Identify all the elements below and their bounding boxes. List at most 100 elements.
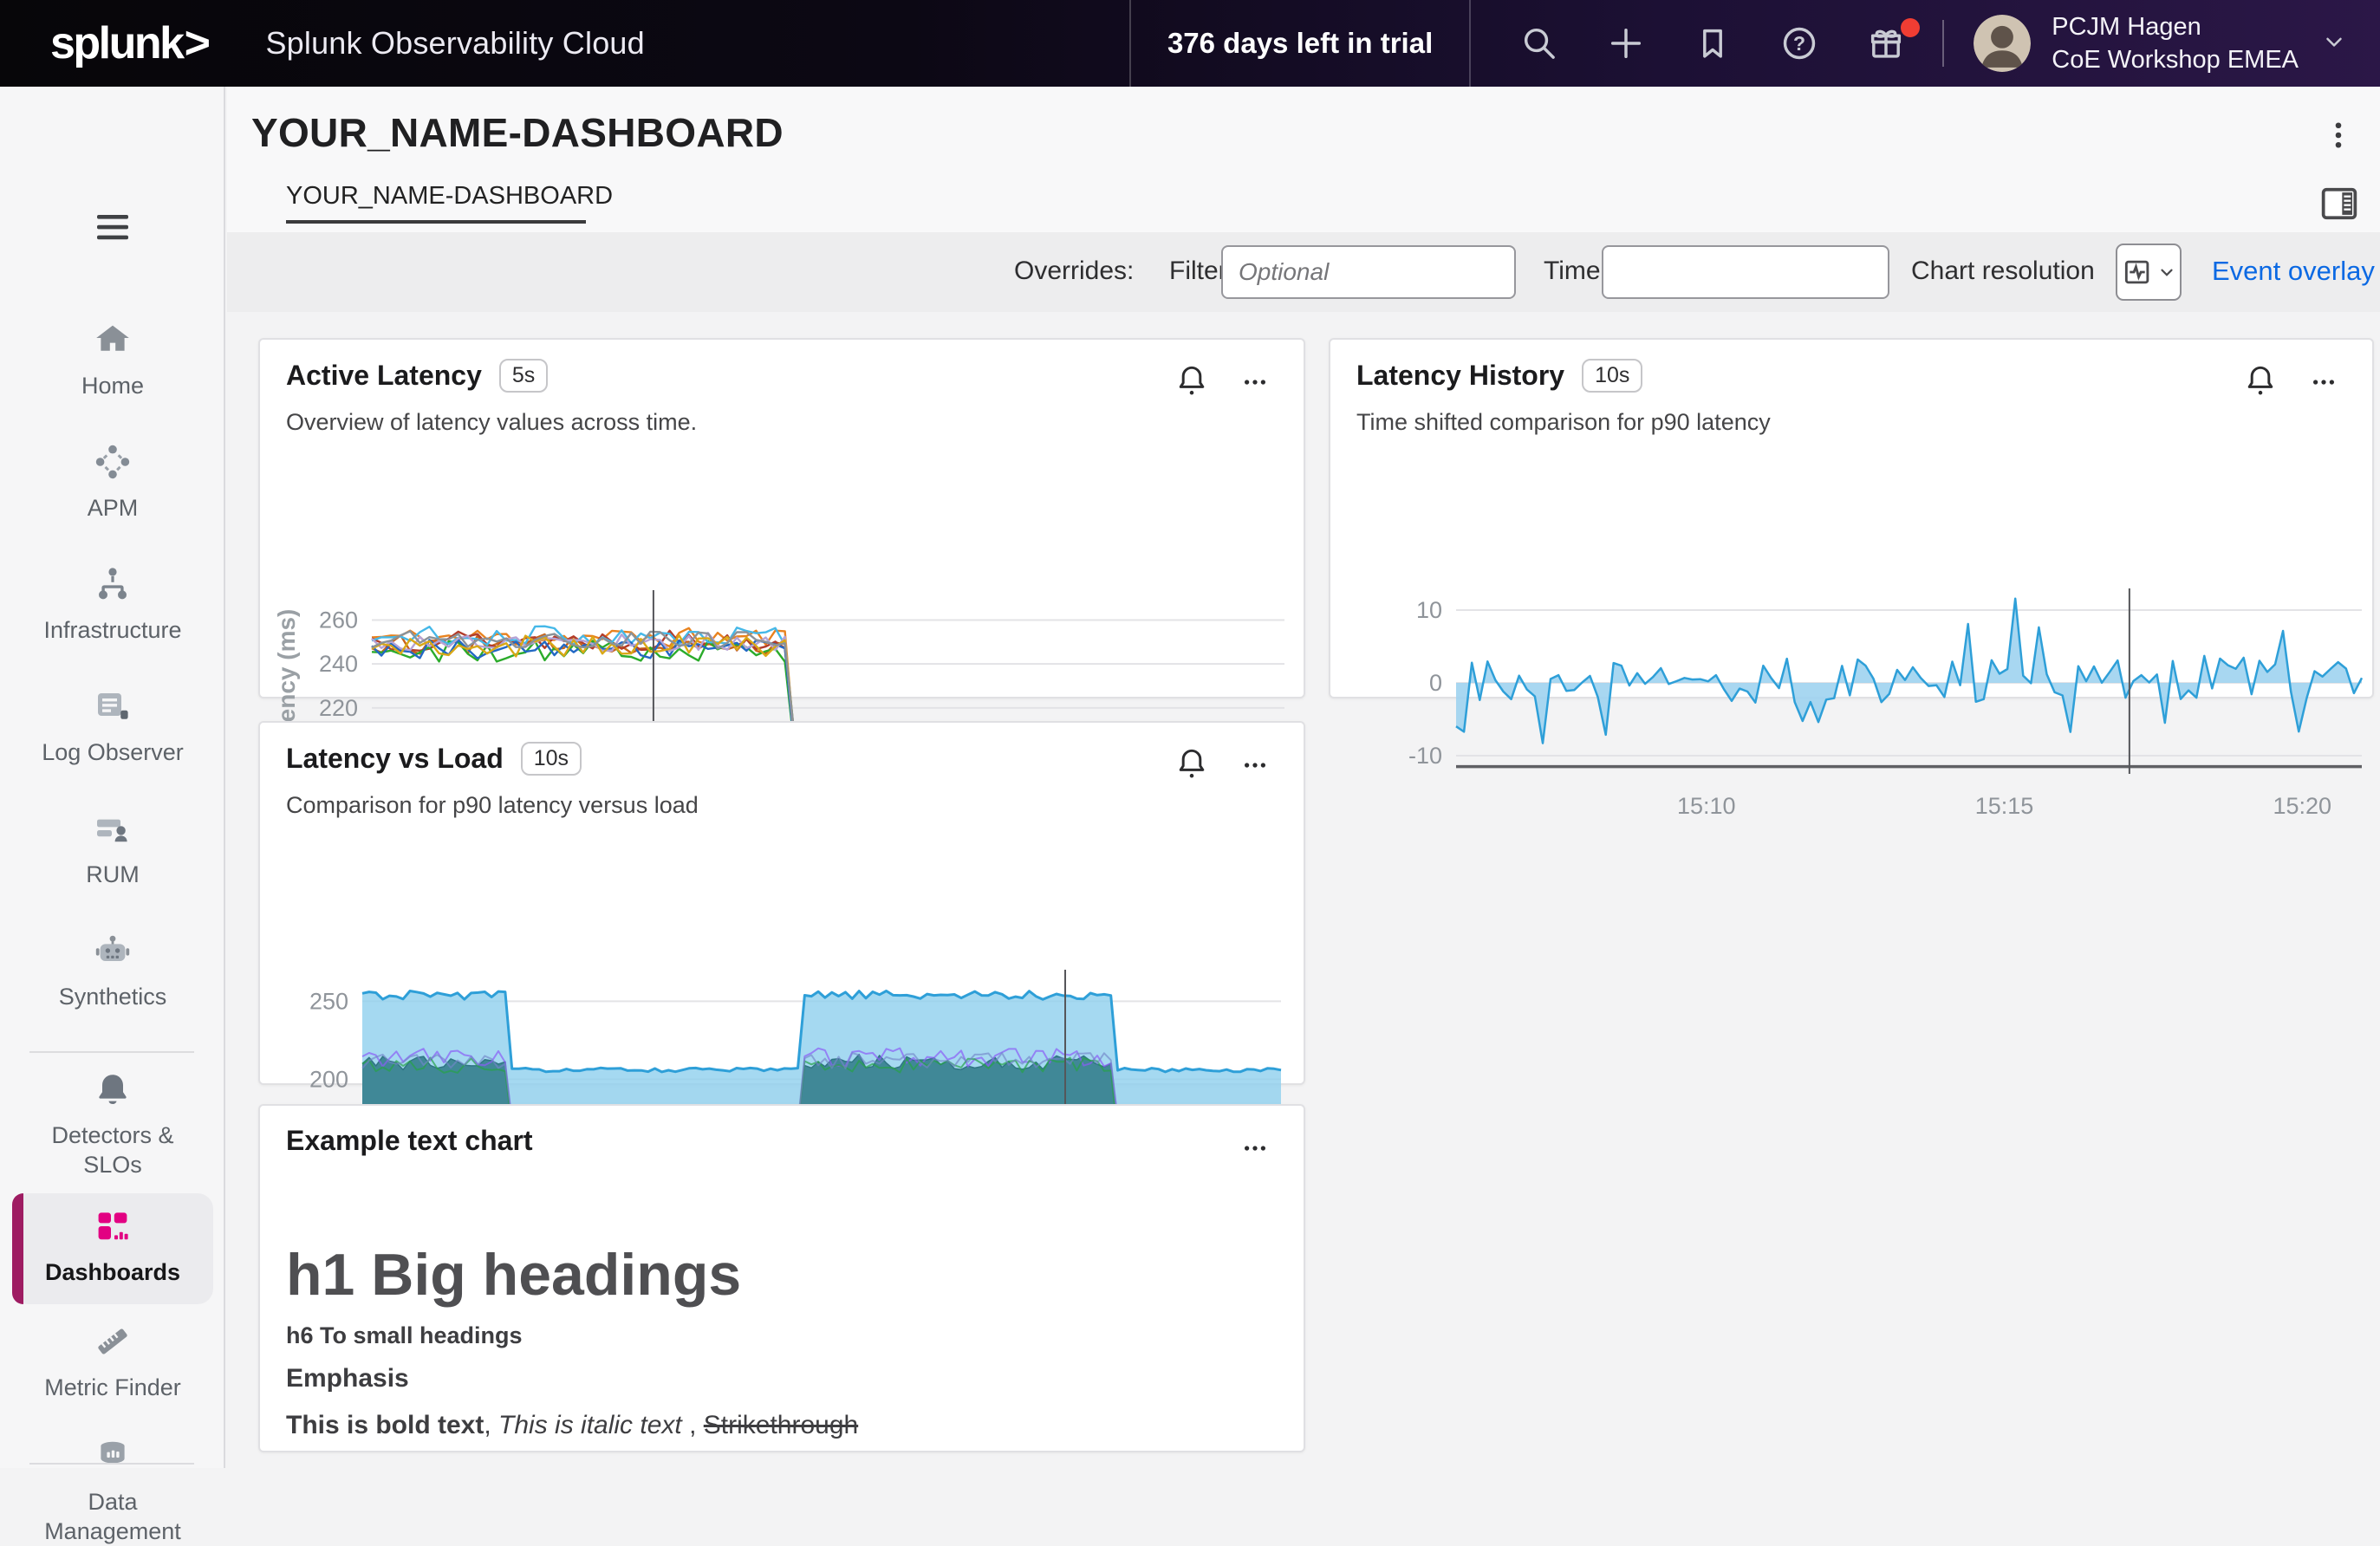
chevron-down-icon [2157,263,2176,282]
overrides-label: Overrides: [1014,257,1134,286]
sidebar-item-home[interactable]: Home [0,319,225,400]
svg-text:200: 200 [309,1066,348,1092]
strikethrough-text: Strikethrough [704,1411,858,1439]
svg-text:15:20: 15:20 [2273,793,2331,819]
splunk-logo-gt: > [185,17,209,69]
sidebar: Home APM Infrastructure Log Observer RUM… [0,87,225,1468]
info-panel-toggle-icon[interactable] [2318,182,2361,230]
card-title: Latency vs Load [286,743,504,775]
card-latency-vs-load: Latency vs Load 10s Comparison for p90 l… [258,721,1305,1085]
sidebar-item-infrastructure[interactable]: Infrastructure [0,563,225,645]
sidebar-item-label: RUM [22,860,204,889]
tab-dashboard[interactable]: YOUR_NAME-DASHBOARD [286,182,613,211]
svg-text:250: 250 [309,988,348,1014]
time-input[interactable] [1602,245,1889,299]
text-chart-h1: h1 Big headings [286,1241,741,1309]
separator: , [484,1411,498,1439]
sidebar-item-data-management[interactable]: Data Management [0,1435,225,1546]
svg-text:260: 260 [319,607,358,633]
bell-icon[interactable] [1174,745,1210,786]
topbar: splunk> Splunk Observability Cloud 376 d… [0,0,2380,87]
sidebar-item-label: Synthetics [22,982,204,1011]
svg-text:0: 0 [1429,670,1442,696]
sidebar-divider [29,1051,194,1053]
kebab-menu-icon[interactable] [2305,369,2343,399]
card-subtitle: Overview of latency values across time. [286,409,697,436]
splunk-logo-text: splunk [50,17,183,69]
metric-finder-ruler-icon [92,1321,133,1373]
sidebar-item-label: Dashboards [22,1257,204,1287]
text-chart-h6: h6 To small headings [286,1322,523,1349]
bell-icon[interactable] [1174,362,1210,403]
sidebar-item-label: Log Observer [22,737,204,767]
sidebar-item-metric-finder[interactable]: Metric Finder [0,1321,225,1402]
help-icon[interactable]: ? [1779,23,1819,63]
svg-text:240: 240 [319,651,358,677]
dashboards-grid-icon [92,1205,133,1257]
card-latency-history: Latency History 10s Time shifted compari… [1329,338,2374,698]
topbar-divider [1942,20,1944,67]
sidebar-item-rum[interactable]: RUM [0,808,225,889]
avatar[interactable] [1974,15,2031,72]
text-chart-emphasis: Emphasis [286,1364,409,1393]
sidebar-item-label: Metric Finder [22,1373,204,1402]
kebab-menu-icon[interactable] [1236,1135,1274,1166]
infrastructure-icon [92,563,133,615]
sidebar-item-apm[interactable]: APM [0,441,225,523]
svg-text:10: 10 [1416,597,1442,623]
user-org: CoE Workshop EMEA [2052,43,2299,76]
sidebar-item-synthetics[interactable]: Synthetics [0,930,225,1011]
resolution-badge: 10s [1582,359,1642,393]
event-overlay-link[interactable]: Event overlay [2212,256,2375,287]
hamburger-menu-icon[interactable] [0,206,225,258]
resolution-badge: 10s [521,742,582,776]
latency-vs-load-chart: 15020025015:1015:1515:20 [260,834,1304,1082]
card-title: Active Latency [286,360,482,392]
notification-dot [1901,18,1920,37]
svg-text:220: 220 [319,695,358,721]
bold-text: This is bold text [286,1411,484,1439]
svg-text:15:15: 15:15 [1975,793,2034,819]
tab-active-underline [286,220,586,224]
data-management-db-icon [92,1435,133,1487]
gift-icon[interactable] [1866,23,1906,63]
svg-text:15:10: 15:10 [1677,793,1736,819]
filter-label: Filter [1169,257,1227,286]
page-title: YOUR_NAME-DASHBOARD [251,109,784,156]
bookmark-icon[interactable] [1693,23,1733,63]
time-label: Time [1544,257,1601,286]
kebab-menu-icon[interactable] [1236,752,1274,783]
filter-input[interactable] [1221,245,1516,299]
resolution-badge: 5s [499,359,548,393]
plus-icon[interactable] [1606,23,1646,63]
chart-resolution-label: Chart resolution [1911,257,2095,286]
pulse-icon [2121,256,2154,289]
detectors-bell-icon [92,1069,133,1121]
search-icon[interactable] [1519,23,1559,63]
sidebar-item-detectors-slos[interactable]: Detectors & SLOs [0,1069,225,1179]
product-name: Splunk Observability Cloud [265,25,644,62]
active-latency-chart: 20022024026015:1615:1715:1815:1915:20Lat… [260,452,1304,692]
sidebar-item-label: Detectors & SLOs [22,1121,204,1179]
sidebar-item-label: APM [22,493,204,523]
text-chart-rich-line: This is bold text, This is italic text ,… [286,1411,858,1440]
kebab-menu-icon[interactable] [1236,369,1274,399]
user-name: PCJM Hagen [2052,10,2299,43]
sidebar-item-log-observer[interactable]: Log Observer [0,685,225,767]
separator: , [682,1411,704,1439]
card-active-latency: Active Latency 5s Overview of latency va… [258,338,1305,698]
sidebar-item-label: Infrastructure [22,615,204,645]
rum-icon [92,808,133,860]
chart-resolution-button[interactable] [2116,244,2182,301]
synthetics-icon [92,930,133,982]
card-subtitle: Time shifted comparison for p90 latency [1356,409,1771,436]
page-kebab-menu-icon[interactable] [2323,116,2354,159]
trial-days-left: 376 days left in trial [1129,0,1471,87]
bell-icon[interactable] [2242,362,2279,403]
card-title: Example text chart [286,1125,533,1157]
splunk-logo[interactable]: splunk> [50,17,208,69]
sidebar-item-dashboards[interactable]: Dashboards [0,1205,225,1287]
user-menu[interactable]: PCJM Hagen CoE Workshop EMEA [1974,10,2347,76]
svg-text:-10: -10 [1408,743,1442,769]
chevron-down-icon[interactable] [2321,29,2347,59]
